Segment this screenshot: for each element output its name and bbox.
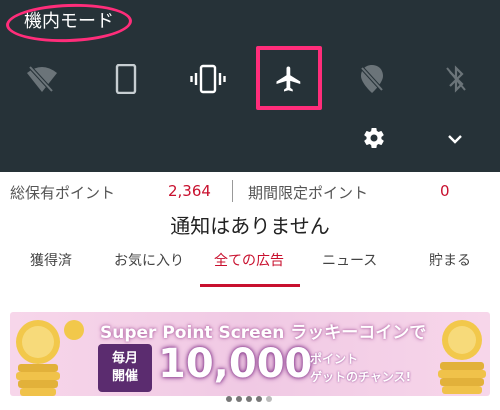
tab-earn[interactable]: 貯まる (429, 250, 471, 270)
badge-line-1: 毎月 (111, 351, 138, 366)
banner-subtext-line-1: ポイント (310, 352, 359, 366)
vibrate-tile[interactable] (178, 50, 238, 108)
chevron-down-icon[interactable] (446, 130, 464, 148)
wifi-tile[interactable] (12, 50, 72, 108)
badge-line-2: 開催 (111, 369, 138, 384)
screen-rotation-tile[interactable] (96, 50, 156, 108)
tab-news[interactable]: ニュース (322, 250, 377, 270)
no-notifications-text: 通知はありません (170, 214, 330, 238)
vibrate-icon (190, 64, 226, 94)
pager-dot[interactable] (236, 396, 242, 402)
coins-right-image (438, 320, 486, 394)
divider (232, 180, 233, 202)
limited-points-value: 0 (440, 182, 450, 200)
category-tabs: 獲得済 お気に入り 全ての広告 ニュース 貯まる (0, 246, 500, 290)
banner-big-number: 10,000 (158, 341, 313, 387)
bluetooth-off-icon (446, 65, 466, 93)
quick-tiles (0, 50, 500, 108)
pager-dot[interactable] (226, 396, 232, 402)
tab-all-ads[interactable]: 全ての広告 (214, 250, 284, 270)
annotation-highlight-box (256, 46, 322, 110)
promo-banner[interactable]: Super Point Screen ラッキーコインで 毎月 開催 10,000… (10, 312, 490, 396)
annotation-circle (5, 1, 133, 45)
limited-points-label: 期間限定ポイント (248, 184, 369, 202)
banner-badge: 毎月 開催 (98, 344, 152, 392)
points-summary: 総保有ポイント 2,364 期間限定ポイント 0 (0, 172, 500, 212)
banner-pager (226, 396, 272, 402)
location-tile[interactable] (342, 50, 402, 108)
bluetooth-tile[interactable] (426, 50, 486, 108)
total-points-label: 総保有ポイント (10, 184, 116, 202)
wifi-off-icon (27, 65, 57, 93)
banner-subtext: ポイント ゲットのチャンス! (310, 350, 420, 386)
tab-favorites[interactable]: お気に入り (114, 250, 184, 270)
pager-dot-active[interactable] (266, 396, 272, 402)
active-tab-indicator (200, 284, 300, 287)
banner-subtext-line-2: ゲットのチャンス! (310, 370, 412, 384)
pager-dot[interactable] (246, 396, 252, 402)
location-off-icon (360, 65, 384, 93)
pager-dot[interactable] (256, 396, 262, 402)
phone-icon (115, 64, 137, 94)
quick-settings-shade: 機内モード (0, 0, 500, 172)
settings-gear-icon[interactable] (362, 126, 386, 150)
total-points-value: 2,364 (168, 182, 211, 200)
coins-left-image (16, 320, 84, 396)
tab-acquired[interactable]: 獲得済 (30, 250, 72, 270)
